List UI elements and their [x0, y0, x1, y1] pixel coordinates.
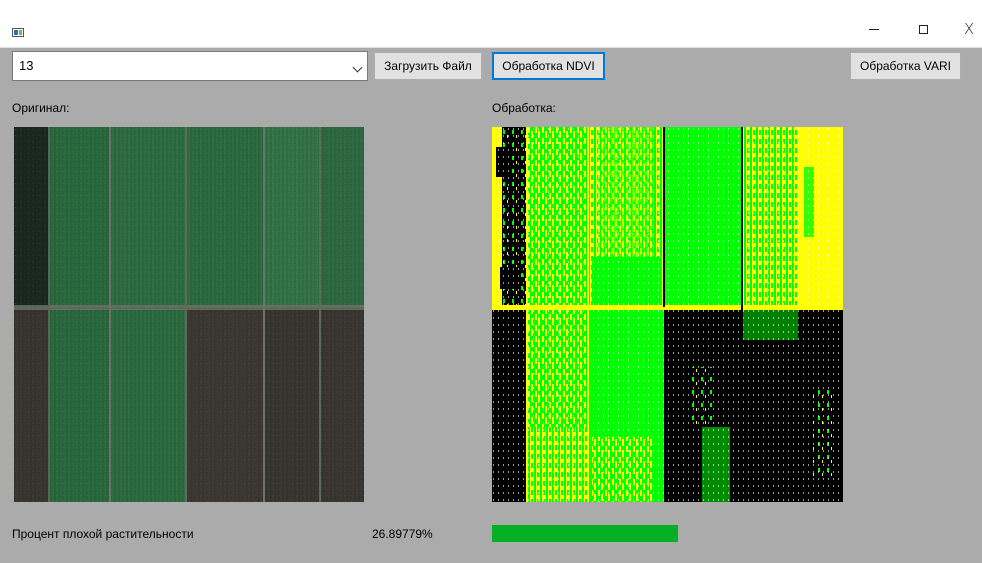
- bad-vegetation-label: Процент плохой растительности: [12, 527, 194, 541]
- title-bar: X: [0, 10, 982, 48]
- maximize-icon: [918, 24, 928, 34]
- app-window: X 13 Загрузить Файл Обработка NDVI Обраб…: [0, 10, 982, 563]
- minimize-icon: [869, 28, 879, 30]
- combobox-value: 13: [19, 58, 34, 73]
- file-select-combobox[interactable]: 13: [12, 51, 368, 81]
- app-icon: [12, 28, 24, 37]
- minimize-button[interactable]: [851, 10, 897, 48]
- close-icon: X: [963, 19, 975, 38]
- chevron-down-icon[interactable]: [352, 62, 363, 73]
- maximize-button[interactable]: [900, 10, 946, 48]
- close-button[interactable]: X: [946, 10, 982, 48]
- load-file-button[interactable]: Загрузить Файл: [374, 52, 482, 80]
- bad-vegetation-value: 26.89779%: [372, 527, 433, 541]
- original-image: [14, 127, 364, 502]
- processed-ndvi-image: [492, 127, 843, 502]
- progress-fill: [492, 525, 678, 542]
- vari-process-button[interactable]: Обработка VARI: [850, 52, 961, 80]
- ndvi-process-button[interactable]: Обработка NDVI: [492, 52, 605, 80]
- vegetation-progress-bar: [492, 525, 842, 542]
- processed-label: Обработка:: [492, 101, 556, 115]
- original-label: Оригинал:: [12, 101, 70, 115]
